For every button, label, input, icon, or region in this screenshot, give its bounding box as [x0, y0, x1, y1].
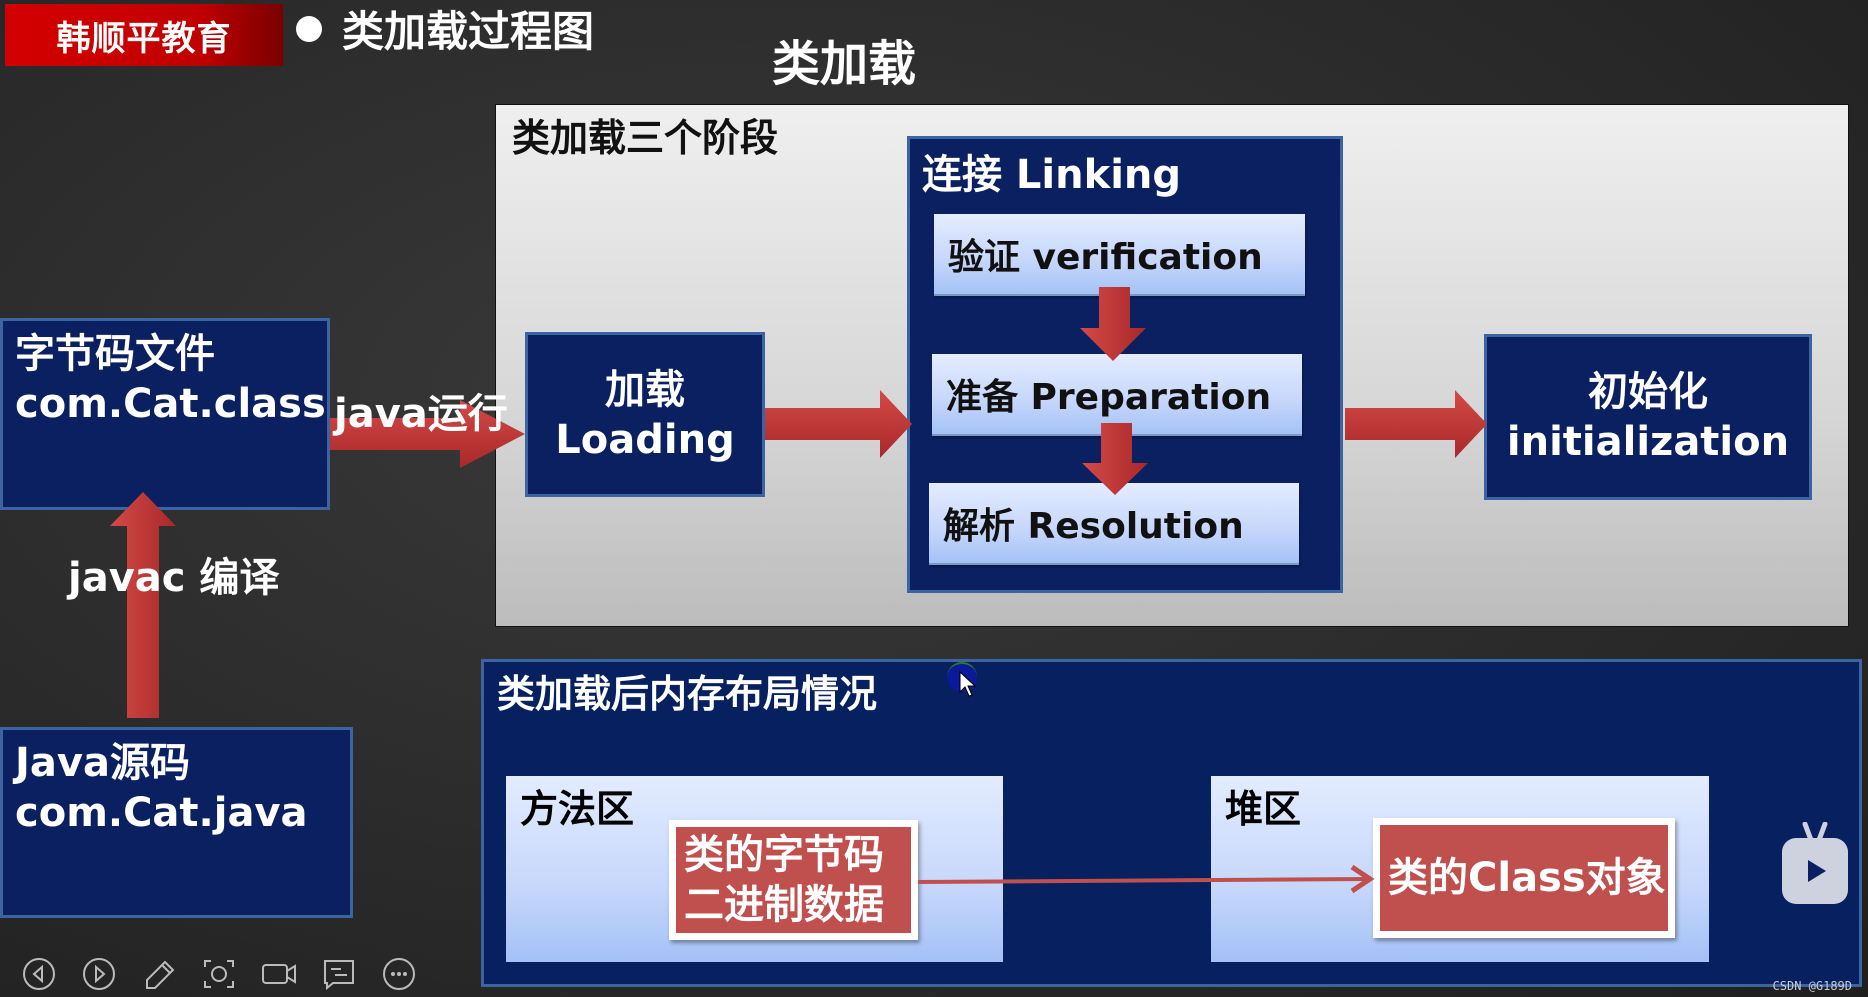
logo: 韩顺平教育 — [5, 4, 283, 66]
next-button[interactable] — [80, 955, 118, 993]
more-icon — [383, 958, 415, 990]
class-object-box: 类的Class对象 — [1373, 818, 1675, 938]
method-area-label: 方法区 — [520, 787, 635, 831]
section-heading: 类加载 — [772, 36, 917, 92]
bytecode-binary-box: 类的字节码 二进制数据 — [669, 820, 918, 940]
bullet-icon — [296, 16, 322, 42]
initialization-label-en: initialization — [1506, 419, 1790, 465]
comment-icon — [324, 960, 354, 991]
loading-box: 加载 Loading — [525, 332, 765, 497]
player-toolbar — [20, 955, 418, 993]
java-source-box: Java源码 com.Cat.java — [0, 727, 353, 918]
more-button[interactable] — [380, 955, 418, 993]
loading-label-en: Loading — [555, 416, 735, 463]
screenshot-button[interactable] — [200, 955, 238, 993]
initialization-label-cn: 初始化 — [1588, 369, 1708, 415]
java-source-name: com.Cat.java — [15, 790, 308, 836]
slide-title: 类加载过程图 — [342, 7, 595, 56]
java-source-label: Java源码 — [15, 740, 190, 786]
bytecode-binary-line1: 类的字节码 — [684, 832, 884, 878]
bytecode-file-label: 字节码文件 — [15, 331, 215, 377]
javac-compile-label: javac 编译 — [68, 555, 280, 601]
stages-panel-title: 类加载三个阶段 — [512, 116, 779, 160]
verification-label: 验证 verification — [948, 237, 1263, 278]
linking-title: 连接 Linking — [922, 152, 1182, 198]
preparation-label: 准备 Preparation — [946, 377, 1272, 418]
screenshot-icon — [204, 960, 234, 988]
previous-icon — [23, 958, 55, 990]
tv-play-icon[interactable] — [1782, 838, 1848, 904]
bytecode-file-name: com.Cat.class — [15, 381, 326, 427]
heap-area-label: 堆区 — [1225, 787, 1302, 831]
verification-box: 验证 verification — [934, 214, 1305, 296]
tv-antenna-icon — [1802, 822, 1828, 842]
class-object-label: 类的Class对象 — [1388, 855, 1666, 901]
initialization-box: 初始化 initialization — [1484, 334, 1812, 500]
bytecode-binary-line2: 二进制数据 — [684, 882, 884, 928]
preparation-box: 准备 Preparation — [932, 354, 1302, 436]
javac-compile-arrow — [110, 492, 176, 718]
camera-button[interactable] — [260, 955, 298, 993]
play-icon — [1808, 860, 1826, 882]
mouse-cursor-icon — [959, 670, 977, 697]
java-run-label: java运行 — [334, 391, 508, 437]
comment-button[interactable] — [320, 955, 358, 993]
memory-layout-title: 类加载后内存布局情况 — [497, 672, 878, 716]
watermark: CSDN @G189D — [1772, 979, 1852, 993]
previous-button[interactable] — [20, 955, 58, 993]
pen-button[interactable] — [140, 955, 178, 993]
resolution-box: 解析 Resolution — [929, 483, 1299, 565]
pen-icon — [146, 960, 175, 989]
next-icon — [83, 958, 115, 990]
loading-label-cn: 加载 — [605, 366, 685, 413]
bytecode-file-box: 字节码文件 com.Cat.class — [0, 318, 330, 510]
camera-icon — [262, 964, 296, 984]
resolution-label: 解析 Resolution — [943, 506, 1244, 547]
